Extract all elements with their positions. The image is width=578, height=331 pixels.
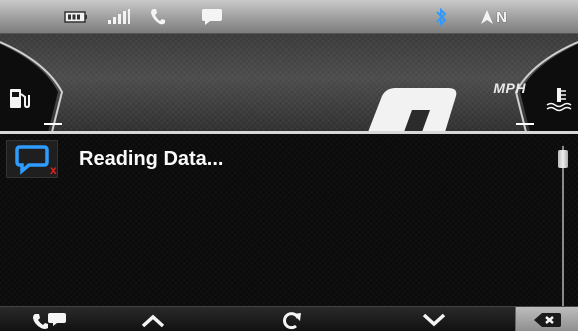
- message-title: Reading Data...: [79, 148, 224, 170]
- call-message-icon: [33, 312, 66, 329]
- battery-icon: [63, 0, 89, 34]
- clear-button[interactable]: [515, 307, 578, 331]
- compass-heading: N: [477, 0, 511, 34]
- scroll-up-button[interactable]: [129, 307, 177, 331]
- scroll-down-button[interactable]: [410, 307, 458, 331]
- call-message-button[interactable]: [26, 307, 74, 331]
- message-bubble-icon: [200, 0, 224, 34]
- message-error-icon: x: [6, 140, 58, 178]
- scrollbar-track[interactable]: [562, 146, 564, 306]
- compass-arrow-icon: [481, 10, 494, 24]
- bluetooth-icon: [434, 0, 448, 34]
- speed-unit-label: MPH: [493, 80, 526, 96]
- refresh-icon: [283, 311, 301, 329]
- coolant-temperature-icon: [545, 86, 573, 117]
- phone-icon: [149, 0, 167, 34]
- compass-heading-text: N: [496, 8, 507, 26]
- svg-text:x: x: [50, 163, 57, 177]
- bottom-nav: [0, 306, 578, 331]
- message-scrollbar[interactable]: [556, 146, 570, 306]
- message-panel: x Reading Data...: [0, 134, 578, 306]
- scrollbar-thumb[interactable]: [558, 150, 568, 168]
- fuel-pump-icon: [8, 86, 30, 115]
- status-bar: N: [0, 0, 578, 34]
- chevron-up-icon: [141, 314, 165, 327]
- speedometer-gauge: MPH: [0, 34, 578, 132]
- refresh-button[interactable]: [268, 307, 316, 331]
- chevron-down-icon: [422, 313, 446, 326]
- signal-bars-icon: [106, 0, 132, 34]
- backspace-clear-icon: [534, 312, 561, 327]
